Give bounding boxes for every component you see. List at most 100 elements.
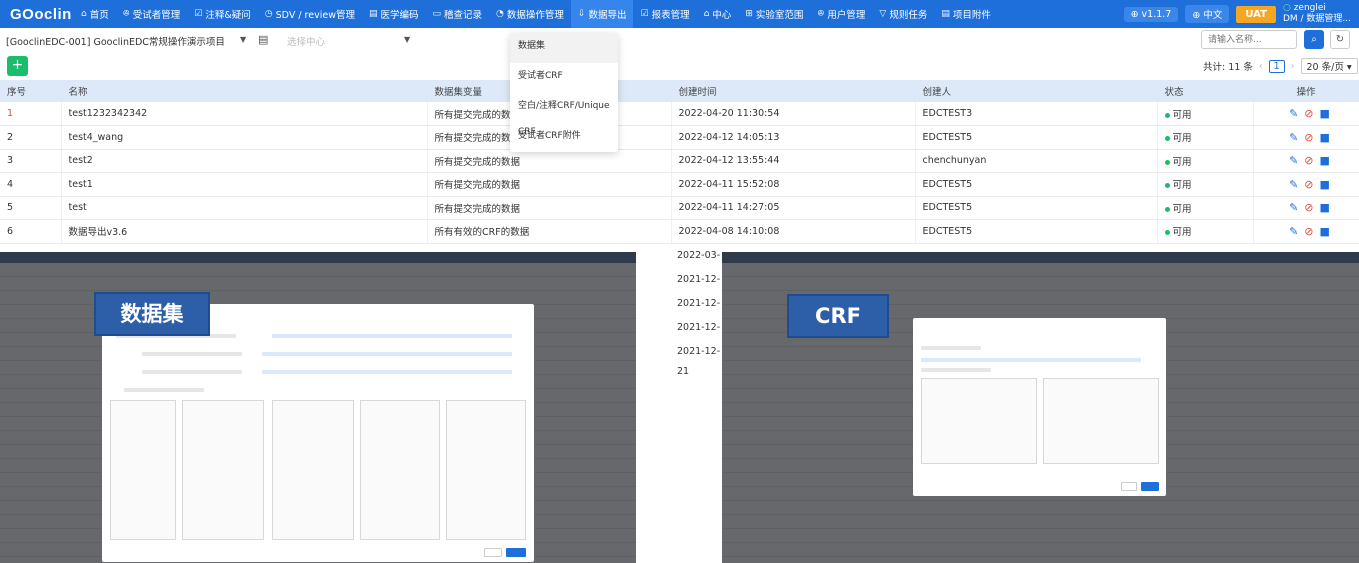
nav-item-4[interactable]: ▤ 医学编码 [362,0,426,28]
nav-label: 注释&疑问 [205,10,251,21]
folder-icon[interactable]: ■ [1320,107,1330,120]
dataset-banner: 数据集 [94,292,210,336]
row-number: 3 [0,149,62,173]
page-size-select[interactable]: 20 条/页 ▾ [1300,58,1358,74]
table-row[interactable]: 1 test1232342342 所有提交完成的数据 2022-04-20 11:30… [0,102,1359,126]
created-time: 2022-04-12 13:55:44 [671,149,916,173]
refresh-button[interactable]: ↻ [1330,30,1350,49]
user-menu[interactable]: ○ zenglei DM / 数据管理... [1283,3,1351,25]
chevron-down-icon[interactable]: ▼ [240,35,246,44]
edit-icon[interactable]: ✎ [1289,178,1298,191]
page-number[interactable]: 1 [1268,59,1285,73]
nav-item-10[interactable]: ⊞ 实验室范围 [738,0,810,28]
nav-label: 受试者管理 [132,10,181,21]
edit-icon[interactable]: ✎ [1289,225,1298,238]
folder-icon[interactable]: ■ [1320,178,1330,191]
nav-item-13[interactable]: ▤ 项目附件 [934,0,998,28]
search-input[interactable] [1201,30,1297,49]
next-page-icon[interactable]: › [1291,61,1295,72]
export-menu-item[interactable]: 受试者CRF [510,63,618,93]
disable-icon[interactable]: ⊘ [1304,107,1313,120]
export-menu-item[interactable]: 数据集 [510,33,618,63]
folder-icon[interactable]: ■ [1320,154,1330,167]
center-select[interactable]: 选择中心 [287,34,325,48]
project-select[interactable]: [GooclinEDC-001] GooclinEDC常规操作演示项目 [6,34,225,48]
status-label: 可用 [1172,227,1192,239]
status-label: 可用 [1172,180,1192,192]
column-header: 创建人 [915,80,1158,102]
add-button[interactable]: + [7,56,28,76]
nav-item-5[interactable]: ▭ 稽查记录 [426,0,490,28]
disable-icon[interactable]: ⊘ [1304,131,1313,144]
nav-label: 实验室范围 [755,10,804,21]
edit-icon[interactable]: ✎ [1289,154,1298,167]
created-time: 2022-04-20 11:30:54 [671,102,916,126]
folder-icon[interactable]: ■ [1320,201,1330,214]
env-badge: UAT [1236,5,1276,23]
chevron-down-icon[interactable]: ▼ [404,35,410,44]
dataset-name: test1 [61,172,428,197]
nav-item-2[interactable]: ☑ 注释&疑问 [187,0,258,28]
nav-item-0[interactable]: ⌂ 首页 [74,0,116,28]
nav-label: 规则任务 [889,10,928,21]
export-menu-item[interactable]: 受试者CRF附件 [510,123,618,153]
search-icon: ⌕ [1311,34,1317,45]
edit-icon[interactable]: ✎ [1289,107,1298,120]
dataset-name: test [61,196,428,220]
status-label: 可用 [1172,133,1192,145]
table-row[interactable]: 5 test 所有提交完成的数据 2022-04-11 14:27:05 EDCTEST… [0,196,1359,220]
gooclin-logo[interactable]: GOoclin [0,6,74,23]
row-actions: ✎ ⊘ ■ [1253,219,1359,244]
folder-icon[interactable]: ■ [1320,131,1330,144]
document-icon[interactable]: ▤ [258,33,268,46]
nav-item-1[interactable]: ꔮ 受试者管理 [116,0,188,28]
nav-item-9[interactable]: ⌂ 中心 [697,0,739,28]
table-row[interactable]: 4 test1 所有提交完成的数据 2022-04-11 15:52:08 EDCTES… [0,172,1359,197]
nav-item-12[interactable]: ▽ 规则任务 [872,0,934,28]
status: 可用 [1157,125,1254,150]
disable-icon[interactable]: ⊘ [1304,178,1313,191]
created-time: 2022-04-11 15:52:08 [671,172,916,197]
nav-label: SDV / review管理 [275,10,355,21]
status-label: 可用 [1172,109,1192,121]
status-label: 可用 [1172,203,1192,215]
disable-icon[interactable]: ⊘ [1304,154,1313,167]
dataset-scope: 所有有效的CRF的数据 [427,219,672,244]
row-number: 4 [0,172,62,197]
creator-name: EDCTEST5 [915,125,1158,150]
disable-icon[interactable]: ⊘ [1304,225,1313,238]
table-row[interactable]: 6 数据导出v3.6 所有有效的CRF的数据 2022-04-08 14:10:08 E… [0,219,1359,244]
pagination: 共计: 11 条 ‹ 1 › 20 条/页 ▾ [1203,58,1358,74]
nav-item-8[interactable]: ☑ 报表管理 [633,0,696,28]
status-label: 可用 [1172,156,1192,168]
search-button[interactable]: ⌕ [1304,30,1324,49]
table-row[interactable]: 3 test2 所有提交完成的数据 2022-04-12 13:55:44 chench… [0,149,1359,173]
export-menu-item[interactable]: 空白/注释CRF/Unique CRF [510,93,618,137]
creator-name: EDCTEST5 [915,172,1158,197]
folder-icon[interactable]: ■ [1320,225,1330,238]
nav-item-6[interactable]: ◔ 数据操作管理 [489,0,571,28]
edit-icon[interactable]: ✎ [1289,131,1298,144]
crf-preview-image: CRF [722,252,1359,563]
created-time: 2021-12-21 [670,342,722,377]
nav-label: 用户管理 [827,10,866,21]
version-badge[interactable]: ⊕ v1.1.7 [1123,6,1179,22]
total-count: 共计: 11 条 [1203,62,1253,73]
nav-item-7[interactable]: ⇩ 数据导出 [570,0,634,28]
disable-icon[interactable]: ⊘ [1304,201,1313,214]
prev-page-icon[interactable]: ‹ [1259,61,1263,72]
created-time: 2022-04-12 14:05:13 [671,125,916,150]
edit-icon[interactable]: ✎ [1289,201,1298,214]
refresh-icon: ↻ [1335,34,1345,45]
nav-item-3[interactable]: ◷ SDV / review管理 [258,0,362,28]
dataset-name: test1232342342 [61,102,428,126]
export-dropdown: 数据集 受试者CRF 空白/注释CRF/Unique CRF 受试者CRF附件 [510,33,618,152]
nav-item-11[interactable]: ꔮ 用户管理 [810,0,872,28]
language-switch[interactable]: ⊕ 中文 [1185,5,1230,23]
status: 可用 [1157,219,1254,244]
created-time: 2022-04-11 14:27:05 [671,196,916,220]
status: 可用 [1157,102,1254,126]
nav-icon: ꔮ [122,9,130,19]
nav-icon: ◔ [496,9,504,19]
table-row[interactable]: 2 test4_wang 所有提交完成的数据 2022-04-12 14:05:13 E… [0,125,1359,150]
